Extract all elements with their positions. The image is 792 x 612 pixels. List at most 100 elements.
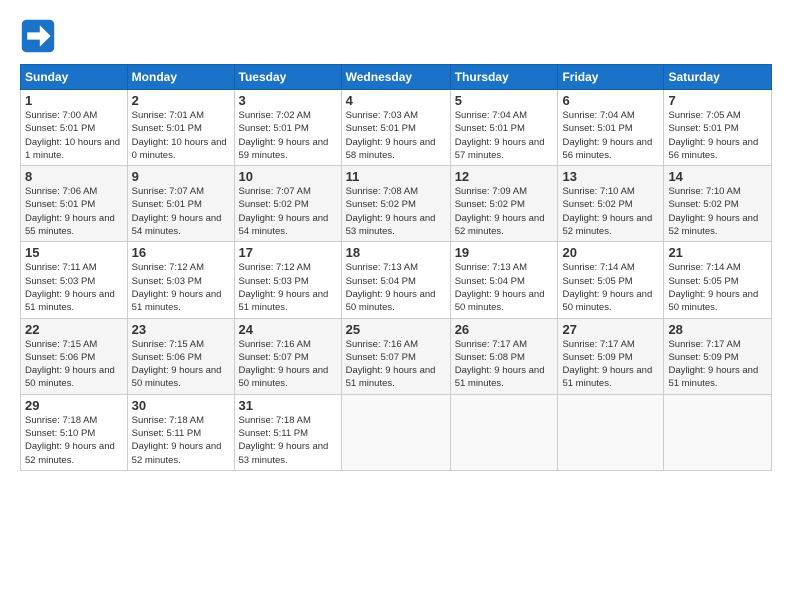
day-of-week-header: Monday xyxy=(127,65,234,90)
calendar-cell: 11 Sunrise: 7:08 AM Sunset: 5:02 PM Dayl… xyxy=(341,166,450,242)
day-info: Sunrise: 7:10 AM Sunset: 5:02 PM Dayligh… xyxy=(562,185,659,238)
calendar-cell: 31 Sunrise: 7:18 AM Sunset: 5:11 PM Dayl… xyxy=(234,394,341,470)
day-of-week-header: Saturday xyxy=(664,65,772,90)
day-number: 21 xyxy=(668,245,767,260)
day-of-week-header: Wednesday xyxy=(341,65,450,90)
day-number: 7 xyxy=(668,93,767,108)
day-number: 4 xyxy=(346,93,446,108)
calendar-cell: 2 Sunrise: 7:01 AM Sunset: 5:01 PM Dayli… xyxy=(127,90,234,166)
calendar-cell: 26 Sunrise: 7:17 AM Sunset: 5:08 PM Dayl… xyxy=(450,318,558,394)
calendar-cell: 16 Sunrise: 7:12 AM Sunset: 5:03 PM Dayl… xyxy=(127,242,234,318)
calendar-cell: 6 Sunrise: 7:04 AM Sunset: 5:01 PM Dayli… xyxy=(558,90,664,166)
day-info: Sunrise: 7:00 AM Sunset: 5:01 PM Dayligh… xyxy=(25,109,123,162)
day-info: Sunrise: 7:04 AM Sunset: 5:01 PM Dayligh… xyxy=(455,109,554,162)
calendar-cell: 21 Sunrise: 7:14 AM Sunset: 5:05 PM Dayl… xyxy=(664,242,772,318)
day-number: 11 xyxy=(346,169,446,184)
day-info: Sunrise: 7:12 AM Sunset: 5:03 PM Dayligh… xyxy=(239,261,337,314)
calendar-cell: 17 Sunrise: 7:12 AM Sunset: 5:03 PM Dayl… xyxy=(234,242,341,318)
day-info: Sunrise: 7:07 AM Sunset: 5:01 PM Dayligh… xyxy=(132,185,230,238)
calendar-cell: 3 Sunrise: 7:02 AM Sunset: 5:01 PM Dayli… xyxy=(234,90,341,166)
logo xyxy=(20,18,60,54)
day-of-week-header: Tuesday xyxy=(234,65,341,90)
day-number: 19 xyxy=(455,245,554,260)
calendar-cell: 13 Sunrise: 7:10 AM Sunset: 5:02 PM Dayl… xyxy=(558,166,664,242)
day-info: Sunrise: 7:17 AM Sunset: 5:09 PM Dayligh… xyxy=(668,338,767,391)
day-number: 25 xyxy=(346,322,446,337)
calendar-cell: 28 Sunrise: 7:17 AM Sunset: 5:09 PM Dayl… xyxy=(664,318,772,394)
day-number: 20 xyxy=(562,245,659,260)
day-number: 23 xyxy=(132,322,230,337)
calendar-week-row: 8 Sunrise: 7:06 AM Sunset: 5:01 PM Dayli… xyxy=(21,166,772,242)
day-number: 28 xyxy=(668,322,767,337)
day-info: Sunrise: 7:01 AM Sunset: 5:01 PM Dayligh… xyxy=(132,109,230,162)
day-number: 13 xyxy=(562,169,659,184)
calendar-week-row: 22 Sunrise: 7:15 AM Sunset: 5:06 PM Dayl… xyxy=(21,318,772,394)
day-number: 22 xyxy=(25,322,123,337)
day-info: Sunrise: 7:17 AM Sunset: 5:09 PM Dayligh… xyxy=(562,338,659,391)
day-info: Sunrise: 7:04 AM Sunset: 5:01 PM Dayligh… xyxy=(562,109,659,162)
calendar-cell: 10 Sunrise: 7:07 AM Sunset: 5:02 PM Dayl… xyxy=(234,166,341,242)
day-info: Sunrise: 7:12 AM Sunset: 5:03 PM Dayligh… xyxy=(132,261,230,314)
calendar-week-row: 1 Sunrise: 7:00 AM Sunset: 5:01 PM Dayli… xyxy=(21,90,772,166)
day-info: Sunrise: 7:05 AM Sunset: 5:01 PM Dayligh… xyxy=(668,109,767,162)
day-number: 17 xyxy=(239,245,337,260)
calendar-header-row: SundayMondayTuesdayWednesdayThursdayFrid… xyxy=(21,65,772,90)
calendar-cell: 14 Sunrise: 7:10 AM Sunset: 5:02 PM Dayl… xyxy=(664,166,772,242)
day-info: Sunrise: 7:14 AM Sunset: 5:05 PM Dayligh… xyxy=(562,261,659,314)
day-number: 2 xyxy=(132,93,230,108)
calendar-cell: 27 Sunrise: 7:17 AM Sunset: 5:09 PM Dayl… xyxy=(558,318,664,394)
calendar-cell: 12 Sunrise: 7:09 AM Sunset: 5:02 PM Dayl… xyxy=(450,166,558,242)
day-number: 1 xyxy=(25,93,123,108)
calendar-cell: 29 Sunrise: 7:18 AM Sunset: 5:10 PM Dayl… xyxy=(21,394,128,470)
day-info: Sunrise: 7:15 AM Sunset: 5:06 PM Dayligh… xyxy=(132,338,230,391)
day-of-week-header: Thursday xyxy=(450,65,558,90)
day-info: Sunrise: 7:08 AM Sunset: 5:02 PM Dayligh… xyxy=(346,185,446,238)
day-info: Sunrise: 7:14 AM Sunset: 5:05 PM Dayligh… xyxy=(668,261,767,314)
calendar-cell: 9 Sunrise: 7:07 AM Sunset: 5:01 PM Dayli… xyxy=(127,166,234,242)
calendar-cell: 15 Sunrise: 7:11 AM Sunset: 5:03 PM Dayl… xyxy=(21,242,128,318)
day-number: 6 xyxy=(562,93,659,108)
day-info: Sunrise: 7:18 AM Sunset: 5:11 PM Dayligh… xyxy=(132,414,230,467)
day-number: 31 xyxy=(239,398,337,413)
calendar-cell: 25 Sunrise: 7:16 AM Sunset: 5:07 PM Dayl… xyxy=(341,318,450,394)
day-info: Sunrise: 7:02 AM Sunset: 5:01 PM Dayligh… xyxy=(239,109,337,162)
calendar-cell xyxy=(341,394,450,470)
calendar-cell: 20 Sunrise: 7:14 AM Sunset: 5:05 PM Dayl… xyxy=(558,242,664,318)
day-number: 3 xyxy=(239,93,337,108)
day-number: 14 xyxy=(668,169,767,184)
day-number: 29 xyxy=(25,398,123,413)
day-number: 18 xyxy=(346,245,446,260)
calendar-cell: 24 Sunrise: 7:16 AM Sunset: 5:07 PM Dayl… xyxy=(234,318,341,394)
calendar-cell: 30 Sunrise: 7:18 AM Sunset: 5:11 PM Dayl… xyxy=(127,394,234,470)
day-number: 12 xyxy=(455,169,554,184)
day-info: Sunrise: 7:18 AM Sunset: 5:11 PM Dayligh… xyxy=(239,414,337,467)
page: SundayMondayTuesdayWednesdayThursdayFrid… xyxy=(0,0,792,612)
calendar-cell: 18 Sunrise: 7:13 AM Sunset: 5:04 PM Dayl… xyxy=(341,242,450,318)
day-number: 24 xyxy=(239,322,337,337)
calendar-cell xyxy=(664,394,772,470)
calendar-cell: 19 Sunrise: 7:13 AM Sunset: 5:04 PM Dayl… xyxy=(450,242,558,318)
day-number: 26 xyxy=(455,322,554,337)
calendar-cell xyxy=(450,394,558,470)
day-info: Sunrise: 7:15 AM Sunset: 5:06 PM Dayligh… xyxy=(25,338,123,391)
day-info: Sunrise: 7:09 AM Sunset: 5:02 PM Dayligh… xyxy=(455,185,554,238)
calendar-cell: 8 Sunrise: 7:06 AM Sunset: 5:01 PM Dayli… xyxy=(21,166,128,242)
calendar-cell: 7 Sunrise: 7:05 AM Sunset: 5:01 PM Dayli… xyxy=(664,90,772,166)
logo-icon xyxy=(20,18,56,54)
calendar-week-row: 29 Sunrise: 7:18 AM Sunset: 5:10 PM Dayl… xyxy=(21,394,772,470)
day-info: Sunrise: 7:17 AM Sunset: 5:08 PM Dayligh… xyxy=(455,338,554,391)
day-number: 8 xyxy=(25,169,123,184)
day-info: Sunrise: 7:07 AM Sunset: 5:02 PM Dayligh… xyxy=(239,185,337,238)
day-of-week-header: Sunday xyxy=(21,65,128,90)
day-info: Sunrise: 7:13 AM Sunset: 5:04 PM Dayligh… xyxy=(346,261,446,314)
calendar-week-row: 15 Sunrise: 7:11 AM Sunset: 5:03 PM Dayl… xyxy=(21,242,772,318)
day-number: 10 xyxy=(239,169,337,184)
day-number: 5 xyxy=(455,93,554,108)
day-number: 27 xyxy=(562,322,659,337)
day-number: 30 xyxy=(132,398,230,413)
day-info: Sunrise: 7:03 AM Sunset: 5:01 PM Dayligh… xyxy=(346,109,446,162)
calendar-cell: 4 Sunrise: 7:03 AM Sunset: 5:01 PM Dayli… xyxy=(341,90,450,166)
day-number: 9 xyxy=(132,169,230,184)
day-number: 16 xyxy=(132,245,230,260)
day-info: Sunrise: 7:18 AM Sunset: 5:10 PM Dayligh… xyxy=(25,414,123,467)
